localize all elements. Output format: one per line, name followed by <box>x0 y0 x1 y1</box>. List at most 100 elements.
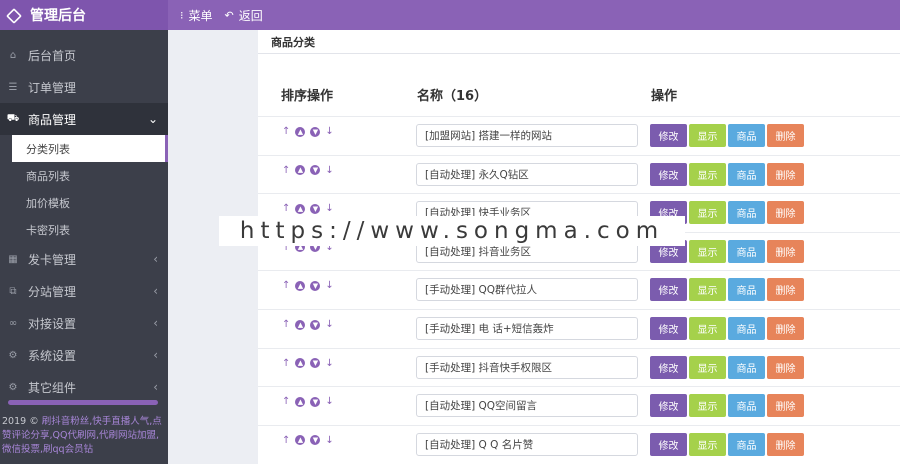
goods-button[interactable]: 商品 <box>728 239 765 263</box>
move-bottom-icon[interactable]: ↓ <box>325 203 333 214</box>
move-bottom-icon[interactable]: ↓ <box>325 358 333 369</box>
move-top-icon[interactable]: ↑ <box>282 319 290 330</box>
category-name-input[interactable]: [手动处理] 电 话+短信轰炸 <box>416 317 638 340</box>
move-down-icon[interactable]: ▼ <box>310 358 321 369</box>
sidebar-item-system[interactable]: ⚙ 系统设置 ‹ <box>0 339 168 371</box>
move-top-icon[interactable]: ↑ <box>282 280 290 291</box>
show-button[interactable]: 显示 <box>689 317 726 340</box>
category-name-input[interactable]: [自动处理] QQ空间留言 <box>416 394 638 418</box>
show-button[interactable]: 显示 <box>689 239 726 263</box>
sitemap-icon: ⧉ <box>9 285 17 297</box>
goods-button[interactable]: 商品 <box>728 394 765 418</box>
move-down-icon[interactable]: ▼ <box>310 203 321 214</box>
back-button[interactable]: ↶ 返回 <box>225 7 263 24</box>
sidebar-item-label: 后台首页 <box>28 48 77 63</box>
delete-button[interactable]: 删除 <box>767 355 804 379</box>
sidebar-sub-card-list[interactable]: 卡密列表 <box>0 216 168 243</box>
edit-button[interactable]: 修改 <box>650 432 687 456</box>
move-up-icon[interactable]: ▲ <box>295 165 306 176</box>
delete-button[interactable]: 删除 <box>767 162 804 186</box>
show-button[interactable]: 显示 <box>689 394 726 418</box>
move-up-icon[interactable]: ▲ <box>295 435 306 446</box>
move-up-icon[interactable]: ▲ <box>295 358 306 369</box>
category-name-input[interactable]: [手动处理] 抖音快手权限区 <box>416 355 638 379</box>
category-panel: 商品分类 排序操作 名称（16） 操作 ↑ ▲ ▼ ↓ [加盟网站] 搭建一样的网站 修改… <box>258 30 900 464</box>
goods-button[interactable]: 商品 <box>728 432 765 456</box>
sidebar-sub-markup-template[interactable]: 加价模板 <box>0 189 168 216</box>
edit-button[interactable]: 修改 <box>650 278 687 302</box>
category-name-input[interactable]: [加盟网站] 搭建一样的网站 <box>416 124 638 147</box>
cart-icon: ⛟ <box>6 112 20 124</box>
sidebar-item-other[interactable]: ⚙ 其它组件 ‹ <box>0 371 168 403</box>
move-bottom-icon[interactable]: ↓ <box>325 126 333 137</box>
edit-button[interactable]: 修改 <box>650 355 687 379</box>
goods-button[interactable]: 商品 <box>728 278 765 302</box>
goods-button[interactable]: 商品 <box>728 355 765 379</box>
move-bottom-icon[interactable]: ↓ <box>325 280 333 291</box>
move-bottom-icon[interactable]: ↓ <box>325 319 333 330</box>
chevron-left-icon: ‹ <box>153 252 158 266</box>
category-name-input[interactable]: [手动处理] QQ群代拉人 <box>416 278 638 302</box>
move-down-icon[interactable]: ▼ <box>310 126 321 137</box>
show-button[interactable]: 显示 <box>689 355 726 379</box>
sidebar-item-orders[interactable]: ☰ 订单管理 <box>0 71 168 103</box>
home-icon: ⌂ <box>9 49 17 61</box>
move-bottom-icon[interactable]: ↓ <box>325 165 333 176</box>
show-button[interactable]: 显示 <box>689 124 726 147</box>
sidebar-sub-category-list[interactable]: 分类列表 <box>12 135 168 162</box>
delete-button[interactable]: 删除 <box>767 394 804 418</box>
move-down-icon[interactable]: ▼ <box>310 319 321 330</box>
sidebar-item-goods[interactable]: ⛟ 商品管理 ⌄ <box>0 103 168 135</box>
goods-button[interactable]: 商品 <box>728 124 765 147</box>
delete-button[interactable]: 删除 <box>767 317 804 340</box>
move-up-icon[interactable]: ▲ <box>295 126 306 137</box>
edit-button[interactable]: 修改 <box>650 317 687 340</box>
move-top-icon[interactable]: ↑ <box>282 203 290 214</box>
sidebar-scrollbar[interactable] <box>8 400 158 405</box>
delete-button[interactable]: 删除 <box>767 432 804 456</box>
move-up-icon[interactable]: ▲ <box>295 319 306 330</box>
move-top-icon[interactable]: ↑ <box>282 358 290 369</box>
category-name-input[interactable]: [自动处理] 永久Q钻区 <box>416 162 638 186</box>
move-up-icon[interactable]: ▲ <box>295 280 306 291</box>
move-top-icon[interactable]: ↑ <box>282 435 290 446</box>
move-up-icon[interactable]: ▲ <box>295 396 306 407</box>
delete-button[interactable]: 删除 <box>767 201 804 225</box>
sort-controls: ↑ ▲ ▼ ↓ <box>282 319 334 330</box>
move-down-icon[interactable]: ▼ <box>310 435 321 446</box>
show-button[interactable]: 显示 <box>689 162 726 186</box>
sidebar-item-integration[interactable]: ∞ 对接设置 ‹ <box>0 307 168 339</box>
move-top-icon[interactable]: ↑ <box>282 396 290 407</box>
goods-button[interactable]: 商品 <box>728 201 765 225</box>
move-up-icon[interactable]: ▲ <box>295 203 306 214</box>
move-bottom-icon[interactable]: ↓ <box>325 396 333 407</box>
edit-button[interactable]: 修改 <box>650 124 687 147</box>
sidebar-item-card-issue[interactable]: ▦ 发卡管理 ‹ <box>0 243 168 275</box>
menu-button[interactable]: ⁝ 菜单 <box>180 7 213 24</box>
show-button[interactable]: 显示 <box>689 201 726 225</box>
delete-button[interactable]: 删除 <box>767 278 804 302</box>
grid-icon: ▦ <box>8 253 18 265</box>
move-top-icon[interactable]: ↑ <box>282 165 290 176</box>
delete-button[interactable]: 删除 <box>767 239 804 263</box>
chevron-left-icon: ‹ <box>153 380 158 394</box>
move-top-icon[interactable]: ↑ <box>282 126 290 137</box>
edit-button[interactable]: 修改 <box>650 394 687 418</box>
show-button[interactable]: 显示 <box>689 432 726 456</box>
chevron-left-icon: ‹ <box>153 348 158 362</box>
edit-button[interactable]: 修改 <box>650 162 687 186</box>
delete-button[interactable]: 删除 <box>767 124 804 147</box>
list-icon: ☰ <box>8 81 18 93</box>
brand[interactable]: 管理后台 <box>0 0 168 30</box>
goods-button[interactable]: 商品 <box>728 317 765 340</box>
move-bottom-icon[interactable]: ↓ <box>325 435 333 446</box>
category-name-input[interactable]: [自动处理] Q Q 名片赞 <box>416 432 638 456</box>
move-down-icon[interactable]: ▼ <box>310 396 321 407</box>
sidebar-item-substations[interactable]: ⧉ 分站管理 ‹ <box>0 275 168 307</box>
sidebar-sub-goods-list[interactable]: 商品列表 <box>0 162 168 189</box>
sidebar-item-home[interactable]: ⌂ 后台首页 <box>0 39 168 71</box>
goods-button[interactable]: 商品 <box>728 162 765 186</box>
show-button[interactable]: 显示 <box>689 278 726 302</box>
move-down-icon[interactable]: ▼ <box>310 165 321 176</box>
move-down-icon[interactable]: ▼ <box>310 280 321 291</box>
